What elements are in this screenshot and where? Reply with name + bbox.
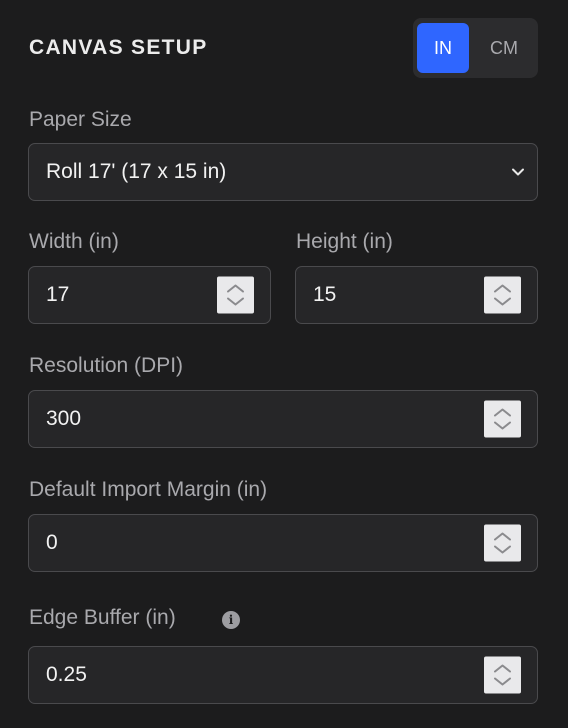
paper-size-select[interactable]: Roll 17' (17 x 15 in)	[28, 143, 538, 201]
info-icon[interactable]: i	[222, 611, 240, 629]
edge-buffer-value: 0.25	[46, 663, 87, 686]
stepper-arrows-icon	[494, 408, 511, 430]
stepper-arrows-icon	[494, 664, 511, 686]
paper-size-value: Roll 17' (17 x 15 in)	[46, 160, 227, 183]
stepper-arrows-icon	[227, 284, 244, 306]
chevron-down-icon	[512, 168, 524, 176]
height-label: Height (in)	[296, 230, 393, 253]
resolution-input[interactable]: 300	[28, 390, 538, 448]
height-input[interactable]: 15	[295, 266, 538, 324]
width-label: Width (in)	[29, 230, 119, 253]
stepper-arrows-icon	[494, 532, 511, 554]
import-margin-input[interactable]: 0	[28, 514, 538, 572]
width-stepper[interactable]	[217, 276, 254, 314]
panel-title: CANVAS SETUP	[29, 36, 208, 59]
edge-buffer-stepper[interactable]	[484, 656, 521, 694]
resolution-value: 300	[46, 407, 82, 430]
stepper-arrows-icon	[494, 284, 511, 306]
height-value: 15	[313, 283, 337, 306]
edge-buffer-input[interactable]: 0.25	[28, 646, 538, 704]
height-stepper[interactable]	[484, 276, 521, 314]
paper-size-label: Paper Size	[29, 108, 132, 131]
import-margin-stepper[interactable]	[484, 524, 521, 562]
resolution-stepper[interactable]	[484, 400, 521, 438]
import-margin-label: Default Import Margin (in)	[29, 478, 268, 501]
edge-buffer-label: Edge Buffer (in)	[29, 606, 176, 629]
width-value: 17	[46, 283, 70, 306]
unit-cm-button[interactable]: CM	[475, 23, 533, 73]
unit-toggle: IN CM	[413, 18, 538, 78]
resolution-label: Resolution (DPI)	[29, 354, 184, 377]
import-margin-value: 0	[46, 531, 58, 554]
width-input[interactable]: 17	[28, 266, 271, 324]
unit-in-button[interactable]: IN	[417, 23, 469, 73]
